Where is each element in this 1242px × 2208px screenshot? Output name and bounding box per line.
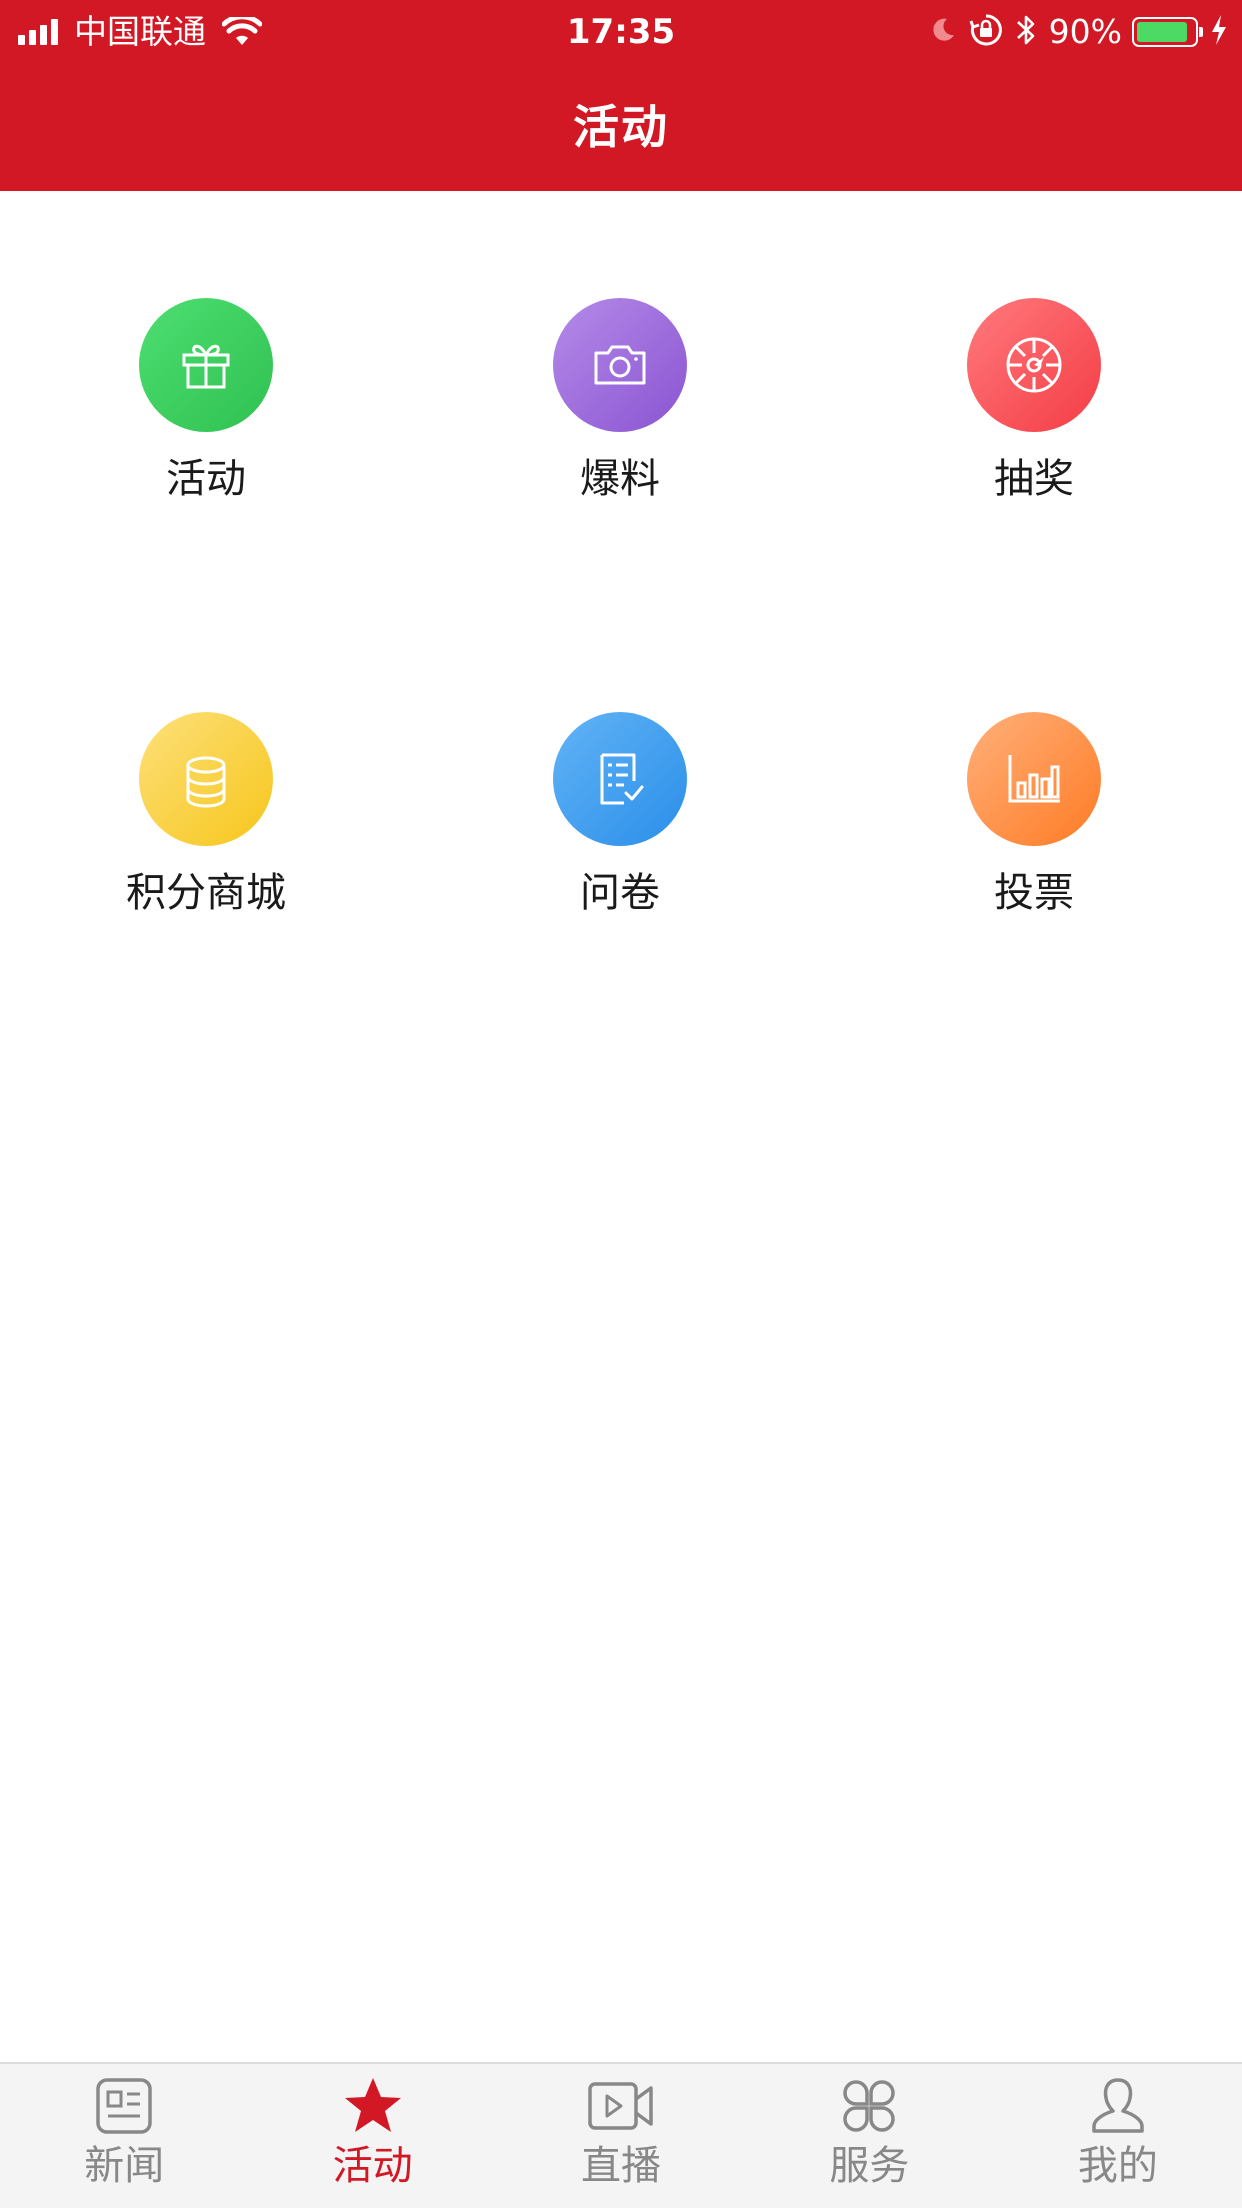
tab-label: 我的 bbox=[1077, 2143, 1158, 2189]
grid-item-label: 活动 bbox=[166, 456, 246, 502]
grid-item-label: 问卷 bbox=[580, 870, 660, 916]
rotation-lock-icon bbox=[969, 13, 1003, 51]
tab-mine[interactable]: 我的 bbox=[994, 2064, 1242, 2208]
tab-label: 新闻 bbox=[84, 2143, 165, 2189]
grid-item-vote[interactable]: 投票 bbox=[884, 712, 1184, 962]
grid-item-points-mall[interactable]: 积分商城 bbox=[56, 712, 356, 962]
clover-icon bbox=[843, 2080, 896, 2132]
grid-item-lottery[interactable]: 抽奖 bbox=[884, 298, 1184, 548]
app-root: 中国联通 17:35 90% 活动 活动 爆料 抽奖 积分商城 问卷 投票 新闻… bbox=[0, 0, 1242, 2208]
header: 中国联通 17:35 90% 活动 bbox=[0, 0, 1242, 191]
tab-service[interactable]: 服务 bbox=[745, 2064, 993, 2208]
status-right: 90% bbox=[917, 10, 1228, 54]
battery-fill bbox=[1137, 22, 1188, 42]
battery-percentage: 90% bbox=[1048, 12, 1122, 51]
tab-label: 服务 bbox=[829, 2143, 910, 2189]
moon-icon bbox=[929, 16, 957, 48]
gift-icon bbox=[139, 298, 273, 432]
tab-label: 活动 bbox=[332, 2143, 413, 2189]
tab-news[interactable]: 新闻 bbox=[0, 2064, 248, 2208]
grid-item-report[interactable]: 爆料 bbox=[470, 298, 770, 548]
chart-icon bbox=[967, 712, 1101, 846]
grid-item-label: 积分商城 bbox=[126, 870, 286, 916]
charging-icon bbox=[1210, 14, 1228, 50]
coins-icon bbox=[139, 712, 273, 846]
news-icon bbox=[96, 2078, 152, 2134]
battery-icon bbox=[1132, 17, 1203, 47]
status-bar: 中国联通 17:35 90% bbox=[0, 0, 1242, 62]
bluetooth-icon bbox=[1015, 13, 1037, 51]
grid-item-activity[interactable]: 活动 bbox=[56, 298, 356, 548]
page-title: 活动 bbox=[573, 100, 669, 154]
grid-item-survey[interactable]: 问卷 bbox=[470, 712, 770, 962]
camera-icon bbox=[553, 298, 687, 432]
star-icon bbox=[344, 2078, 401, 2132]
grid-item-label: 抽奖 bbox=[994, 456, 1074, 502]
tab-live[interactable]: 直播 bbox=[497, 2064, 745, 2208]
wheel-icon bbox=[967, 298, 1101, 432]
person-icon bbox=[1092, 2078, 1144, 2133]
bottom-tab-bar: 新闻 活动 直播 服务 我的 bbox=[0, 2062, 1242, 2208]
tab-label: 直播 bbox=[581, 2143, 662, 2189]
grid-item-label: 投票 bbox=[994, 870, 1074, 916]
tab-activity[interactable]: 活动 bbox=[248, 2064, 496, 2208]
grid-item-label: 爆料 bbox=[580, 456, 660, 502]
survey-icon bbox=[553, 712, 687, 846]
video-icon bbox=[588, 2082, 653, 2130]
